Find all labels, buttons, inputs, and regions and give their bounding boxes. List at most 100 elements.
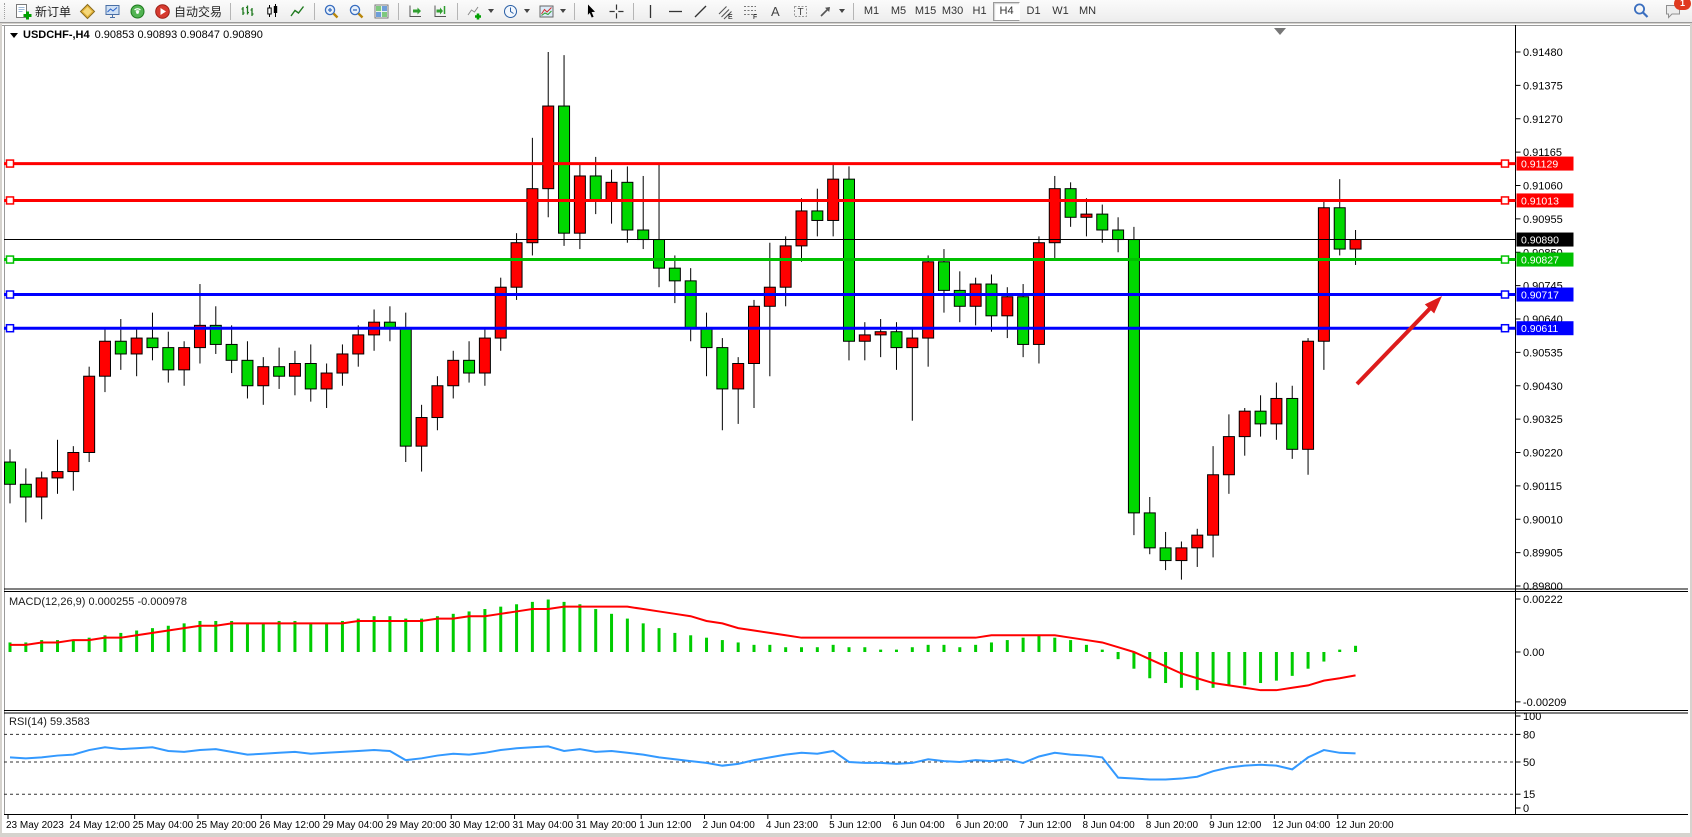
line-chart-button[interactable] [285,1,310,21]
symbol-dropdown-caret[interactable] [10,33,18,38]
candle-body [1160,548,1171,561]
macd-indicator-label: MACD(12,26,9) 0.000255 -0.000978 [9,596,187,608]
candle-body [115,341,126,354]
time-tick-label: 1 Jun 12:00 [639,820,692,831]
crosshair-icon [608,3,625,20]
line-drag-handle[interactable] [1502,291,1509,298]
svg-text:E: E [728,14,733,20]
time-tick-label: 8 Jun 04:00 [1082,820,1135,831]
periods-button[interactable] [498,1,534,21]
text-label-icon: T [792,3,809,20]
signals-button[interactable] [125,1,150,21]
timeframe-m30-button[interactable]: M30 [939,2,966,21]
candle-body [907,338,918,348]
candle-body [986,284,997,316]
dropdown-caret [839,9,845,13]
candle-body [353,335,364,354]
candle-body [448,360,459,385]
price-tick-label: 0.90535 [1523,347,1563,359]
candle-body [20,484,31,497]
rsi-axis-label: 0 [1523,803,1529,815]
zoom-in-button[interactable] [319,1,344,21]
line-drag-handle[interactable] [1502,160,1509,167]
svg-text:A: A [771,4,780,19]
equidistant-channel-button[interactable]: E [713,1,738,21]
candle-body [606,182,617,201]
chart-background[interactable] [2,25,1690,833]
price-tag-label: 0.91013 [1521,195,1559,207]
candle-body [622,182,633,230]
text-tool-button[interactable]: A [763,1,788,21]
candle-body [1018,297,1029,345]
text-label-button[interactable]: T [788,1,813,21]
profiles-button[interactable] [75,1,100,21]
timeframe-m1-button[interactable]: M1 [858,2,885,21]
indicators-button[interactable] [462,1,498,21]
line-drag-handle[interactable] [7,325,14,332]
zoom-out-button[interactable] [344,1,369,21]
horizontal-line-button[interactable] [663,1,688,21]
line-drag-handle[interactable] [1502,197,1509,204]
vertical-line-button[interactable] [638,1,663,21]
time-tick-label: 29 May 04:00 [323,820,384,831]
time-tick-label: 12 Jun 20:00 [1336,820,1394,831]
timeframe-m5-button[interactable]: M5 [885,2,912,21]
time-tick-label: 7 Jun 12:00 [1019,820,1072,831]
trendline-icon [692,3,709,20]
candle-body [1255,411,1266,424]
candle-body [464,360,475,373]
time-tick-label: 24 May 12:00 [69,820,130,831]
macd-signal-value: -0.000978 [137,596,187,608]
timeframe-w1-button[interactable]: W1 [1047,2,1074,21]
timeframe-m15-button[interactable]: M15 [912,2,939,21]
candle-body [685,281,696,329]
timeframe-h4-button[interactable]: H4 [993,2,1020,21]
new-order-button[interactable]: 新订单 [11,1,75,21]
candle-body [527,189,538,243]
line-drag-handle[interactable] [1502,325,1509,332]
tile-windows-button[interactable] [369,1,394,21]
dropdown-caret [488,9,494,13]
bar-chart-button[interactable] [235,1,260,21]
candlestick-chart-button[interactable] [260,1,285,21]
candle-body [1208,475,1219,535]
cursor-icon [583,3,600,20]
timeframe-mn-button[interactable]: MN [1074,2,1101,21]
chart-canvas[interactable]: 0.914800.913750.912700.911650.910600.909… [0,24,1692,837]
time-tick-label: 6 Jun 04:00 [892,820,945,831]
auto-trading-button[interactable]: 自动交易 [150,1,226,21]
timeframe-d1-button[interactable]: D1 [1020,2,1047,21]
market-watch-icon [104,3,121,20]
line-drag-handle[interactable] [7,160,14,167]
trendline-button[interactable] [688,1,713,21]
timeframe-h1-button[interactable]: H1 [966,2,993,21]
new-order-label: 新订单 [35,3,71,20]
line-drag-handle[interactable] [7,197,14,204]
arrows-tool-button[interactable] [813,1,849,21]
crosshair-button[interactable] [604,1,629,21]
rsi-value: 59.3583 [50,716,90,728]
fibonacci-button[interactable]: F [738,1,763,21]
candle-body [701,329,712,348]
svg-text:T: T [798,7,804,18]
line-drag-handle[interactable] [1502,256,1509,263]
toolbar-separator [314,3,315,20]
market-watch-button[interactable] [100,1,125,21]
candle-body [99,341,110,376]
time-tick-label: 2 Jun 04:00 [703,820,756,831]
notification-badge: 1 [1674,0,1691,10]
candle-body [875,332,886,335]
candle-body [954,290,965,306]
price-tick-label: 0.90955 [1523,214,1563,226]
chart-shift-button[interactable] [428,1,453,21]
search-button[interactable] [1628,1,1654,21]
notifications-button[interactable]: 1 [1660,1,1686,21]
cursor-button[interactable] [579,1,604,21]
line-drag-handle[interactable] [7,256,14,263]
templates-button[interactable] [534,1,570,21]
auto-scroll-button[interactable] [403,1,428,21]
clock-icon [502,3,519,20]
line-drag-handle[interactable] [7,291,14,298]
rsi-axis-label: 80 [1523,729,1535,741]
price-tag-label: 0.90611 [1521,323,1558,335]
